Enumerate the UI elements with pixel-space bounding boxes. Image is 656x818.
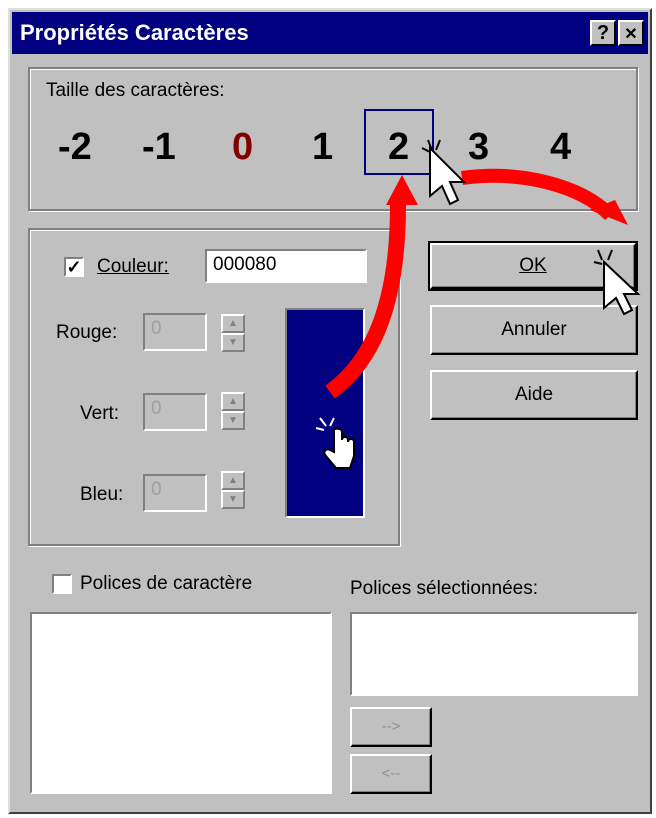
close-button[interactable]: ✕ [618, 20, 644, 46]
bleu-input[interactable]: 0 [143, 474, 207, 512]
couleur-label: Couleur: [97, 256, 169, 277]
size-option-0[interactable]: 0 [232, 126, 253, 169]
remove-font-button[interactable]: <-- [350, 754, 432, 794]
bleu-spin-down[interactable]: ▼ [221, 490, 245, 509]
bleu-label: Bleu: [80, 484, 124, 505]
selected-fonts-label: Polices sélectionnées: [350, 578, 538, 599]
size-option-2[interactable]: 2 [388, 126, 409, 169]
bleu-spin-up[interactable]: ▲ [221, 471, 245, 490]
close-icon: ✕ [624, 26, 638, 43]
annuler-label: Annuler [501, 319, 567, 340]
help-icon: ? [596, 22, 610, 44]
rouge-spin-up[interactable]: ▲ [221, 314, 245, 333]
rouge-spin-down[interactable]: ▼ [221, 333, 245, 352]
vert-spin-down[interactable]: ▼ [221, 411, 245, 430]
size-option-3[interactable]: 3 [468, 126, 489, 169]
add-font-button[interactable]: --> [350, 707, 432, 747]
vert-input[interactable]: 0 [143, 393, 207, 431]
vert-spin-up[interactable]: ▲ [221, 392, 245, 411]
rouge-input[interactable]: 0 [143, 313, 207, 351]
rouge-label: Rouge: [56, 322, 118, 343]
title-bar: Propriétés Caractères ? ✕ [12, 12, 648, 54]
size-option-4[interactable]: 4 [550, 126, 571, 169]
aide-label: Aide [514, 384, 554, 405]
help-button[interactable]: ? [590, 20, 616, 46]
ok-button[interactable]: OK [428, 241, 638, 291]
size-label: Taille des caractères: [46, 80, 225, 101]
couleur-input[interactable]: 000080 [205, 249, 367, 283]
color-swatch[interactable] [285, 308, 365, 518]
size-option-minus1[interactable]: -1 [142, 126, 176, 169]
ok-label: OK [519, 255, 547, 276]
polices-label: Polices de caractère [80, 573, 253, 594]
size-option-1[interactable]: 1 [312, 126, 333, 169]
couleur-checkbox[interactable]: ✓ [64, 257, 84, 277]
aide-button[interactable]: Aide [430, 370, 638, 420]
size-option-minus2[interactable]: -2 [58, 126, 92, 169]
polices-checkbox[interactable] [52, 574, 72, 594]
annuler-button[interactable]: Annuler [430, 305, 638, 355]
window-title: Propriétés Caractères [20, 20, 249, 45]
checkmark-icon: ✓ [66, 257, 82, 277]
selected-fonts-list[interactable] [350, 612, 638, 696]
vert-label: Vert: [80, 403, 120, 424]
available-fonts-list[interactable] [30, 612, 332, 794]
